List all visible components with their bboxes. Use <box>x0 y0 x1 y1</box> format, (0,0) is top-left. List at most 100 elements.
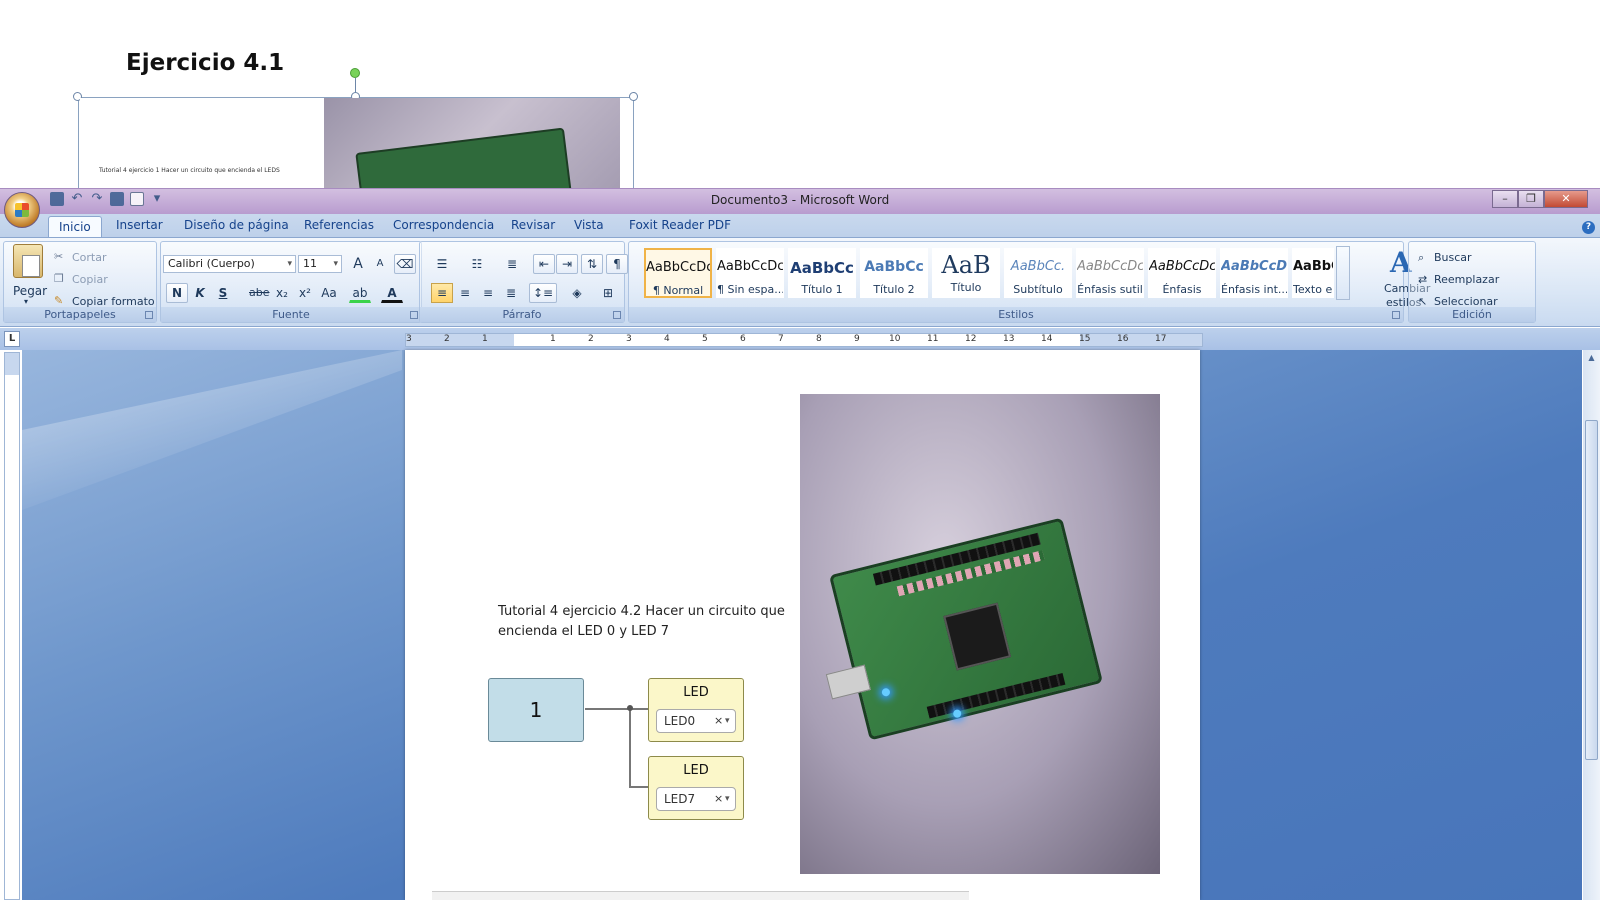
led-dropdown[interactable]: LED0 × ▾ <box>656 709 736 733</box>
numbering-icon[interactable]: ☷ <box>466 254 488 274</box>
led-block-7[interactable]: LED LED7 × ▾ <box>648 756 744 820</box>
screen: Ejercicio 4.1 Tutorial 4 ejercicio 1 Hac… <box>0 0 1600 900</box>
align-left-icon[interactable]: ≡ <box>431 283 453 303</box>
bullets-icon[interactable]: ☰ <box>431 254 453 274</box>
multilevel-list-icon[interactable]: ≣ <box>501 254 523 274</box>
ruler-number: 6 <box>740 334 746 344</box>
paste-button[interactable]: Pegar <box>13 284 47 298</box>
tab-selector-button[interactable]: L <box>4 331 20 347</box>
chevron-down-icon[interactable]: ▾ <box>725 710 730 732</box>
ruler-number: 8 <box>816 334 822 344</box>
led-dropdown[interactable]: LED7 × ▾ <box>656 787 736 811</box>
tab-insertar[interactable]: Insertar <box>116 218 163 232</box>
clipboard-launcher-icon[interactable] <box>145 311 153 319</box>
tab-revisar[interactable]: Revisar <box>511 218 555 232</box>
font-launcher-icon[interactable] <box>410 311 418 319</box>
thumbnail-board <box>355 127 575 188</box>
help-icon[interactable]: ? <box>1582 221 1595 234</box>
borders-icon[interactable]: ⊞ <box>597 283 619 303</box>
align-center-icon[interactable]: ≡ <box>454 283 476 303</box>
tab-referencias[interactable]: Referencias <box>304 218 374 232</box>
tab-inicio[interactable]: Inicio <box>48 216 102 238</box>
minimize-button[interactable]: – <box>1492 190 1518 208</box>
scroll-up-icon[interactable]: ▲ <box>1586 352 1597 363</box>
clear-icon[interactable]: × <box>714 788 723 810</box>
style-enfasis[interactable]: AaBbCcDc Énfasis <box>1148 248 1216 298</box>
clear-icon[interactable]: × <box>714 710 723 732</box>
scrollbar-thumb[interactable] <box>1585 420 1598 760</box>
ruler-number: 2 <box>588 334 594 344</box>
select-button[interactable]: Seleccionar <box>1434 295 1498 308</box>
find-icon: ⌕ <box>1418 251 1425 264</box>
vertical-ruler-margin <box>5 353 19 375</box>
led-block-0[interactable]: LED LED0 × ▾ <box>648 678 744 742</box>
wire-to-led7 <box>629 786 649 788</box>
shrink-font-button[interactable]: A <box>369 254 391 274</box>
show-marks-button[interactable]: ¶ <box>606 254 628 274</box>
restore-button[interactable]: ❐ <box>1518 190 1544 208</box>
board-photo[interactable] <box>800 394 1160 874</box>
style-titulo-2[interactable]: AaBbCc Título 2 <box>860 248 928 298</box>
style-name: Título <box>950 281 982 294</box>
copy-button[interactable]: Copiar <box>72 273 108 286</box>
font-family-combo[interactable]: Calibri (Cuerpo) <box>163 255 296 273</box>
align-right-icon[interactable]: ≡ <box>477 283 499 303</box>
subscript-button[interactable]: x₂ <box>271 283 293 303</box>
ruler-number: 15 <box>1079 334 1091 344</box>
find-button[interactable]: Buscar <box>1434 251 1472 264</box>
style-enfasis-intenso[interactable]: AaBbCcDc Énfasis int... <box>1220 248 1288 298</box>
style-sample: AaB <box>941 251 991 277</box>
style-subtitulo[interactable]: AaBbCc. Subtítulo <box>1004 248 1072 298</box>
paste-dropdown-icon[interactable]: ▾ <box>24 297 28 306</box>
styles-launcher-icon[interactable] <box>1392 311 1400 319</box>
increase-indent-icon[interactable]: ⇥ <box>556 254 578 274</box>
cut-button[interactable]: Cortar <box>72 251 107 264</box>
highlight-button[interactable]: ab <box>349 283 371 303</box>
style-name: ¶ Sin espa... <box>717 283 783 296</box>
clear-format-icon[interactable]: ⌫ <box>394 254 416 274</box>
style-sin-espaciado[interactable]: AaBbCcDc ¶ Sin espa... <box>716 248 784 298</box>
change-case-button[interactable]: Aa <box>318 283 340 303</box>
shading-icon[interactable]: ◈ <box>566 283 588 303</box>
tab-correspondencia[interactable]: Correspondencia <box>393 218 494 232</box>
number-block[interactable]: 1 <box>488 678 584 742</box>
styles-gallery-scroll[interactable] <box>1336 246 1350 300</box>
tab-diseno-pagina[interactable]: Diseño de página <box>184 218 289 232</box>
replace-button[interactable]: Reemplazar <box>1434 273 1499 286</box>
style-titulo[interactable]: AaB Título <box>932 248 1000 298</box>
italic-button[interactable]: K <box>189 283 211 303</box>
style-enfasis-sutil[interactable]: AaBbCcDc Énfasis sutil <box>1076 248 1144 298</box>
chevron-down-icon[interactable]: ▾ <box>725 788 730 810</box>
paste-icon[interactable] <box>13 244 43 278</box>
style-sample: AaBbCcDc <box>1149 259 1215 274</box>
bold-button[interactable]: N <box>166 283 188 303</box>
resize-handle-top-right[interactable] <box>629 92 638 101</box>
superscript-button[interactable]: x² <box>294 283 316 303</box>
close-button[interactable]: ✕ <box>1544 190 1588 208</box>
font-color-button[interactable]: A <box>381 283 403 303</box>
tab-foxit-reader[interactable]: Foxit Reader PDF <box>629 218 731 232</box>
document-paragraph[interactable]: Tutorial 4 ejercicio 4.2 Hacer un circui… <box>498 602 788 642</box>
sort-icon[interactable]: ⇅ <box>581 254 603 274</box>
style-normal[interactable]: AaBbCcDc ¶ Normal <box>644 248 712 298</box>
style-texto-en-negrita[interactable]: AaBbCcDc Texto en n... <box>1292 248 1334 298</box>
tab-vista[interactable]: Vista <box>574 218 604 232</box>
paragraph-launcher-icon[interactable] <box>613 311 621 319</box>
line-spacing-icon[interactable]: ↕≡ <box>529 283 557 303</box>
fpga-board <box>825 517 1103 741</box>
grow-font-button[interactable]: A <box>347 254 369 274</box>
blue-led-1 <box>881 687 891 698</box>
horizontal-ruler[interactable]: 3 2 1 1 2 3 4 5 6 7 8 9 10 11 12 13 14 1… <box>405 333 1203 347</box>
decrease-indent-icon[interactable]: ⇤ <box>533 254 555 274</box>
style-titulo-1[interactable]: AaBbCc Título 1 <box>788 248 856 298</box>
format-painter-button[interactable]: Copiar formato <box>72 295 155 308</box>
underline-button[interactable]: S <box>212 283 234 303</box>
slide-heading: Ejercicio 4.1 <box>126 50 285 76</box>
office-button[interactable] <box>4 192 40 228</box>
ruler-number: 10 <box>889 334 901 344</box>
strikethrough-button[interactable]: abe <box>248 283 270 303</box>
justify-icon[interactable]: ≣ <box>500 283 522 303</box>
font-size-combo[interactable]: 11 <box>298 255 342 273</box>
rotation-handle[interactable] <box>350 68 360 78</box>
vertical-ruler[interactable] <box>4 352 20 900</box>
